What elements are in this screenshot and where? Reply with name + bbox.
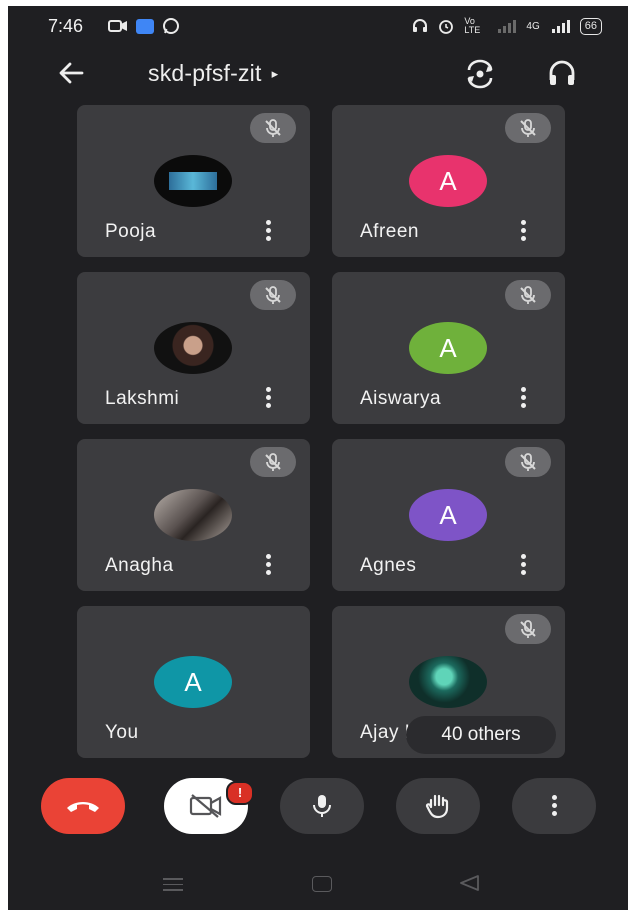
participant-tile[interactable]: Lakshmi — [77, 272, 310, 424]
microphone-button[interactable] — [280, 778, 364, 834]
network-type: 4G — [526, 20, 540, 32]
participant-name: Lakshmi — [105, 388, 180, 409]
muted-mic-badge — [250, 113, 296, 143]
participant-avatar: A — [409, 322, 487, 374]
muted-mic-badge — [505, 614, 551, 644]
hang-up-icon — [67, 802, 99, 812]
switch-camera-icon[interactable] — [462, 56, 498, 92]
more-options-icon[interactable] — [264, 554, 272, 576]
recent-apps-icon[interactable] — [163, 878, 183, 895]
participant-name: Pooja — [105, 221, 157, 242]
caret-right-icon: ▸ — [271, 65, 279, 81]
self-avatar: A — [154, 656, 232, 708]
participant-avatar: A — [409, 155, 487, 207]
signal-icon-1 — [498, 20, 517, 33]
participant-name: Aiswarya — [360, 388, 442, 409]
more-vertical-icon — [550, 795, 558, 817]
muted-mic-badge — [250, 280, 296, 310]
self-tile[interactable]: A You — [77, 606, 310, 758]
signal-icon-2 — [551, 20, 570, 33]
more-options-button[interactable] — [512, 778, 596, 834]
muted-mic-badge — [505, 447, 551, 477]
home-icon[interactable] — [312, 876, 332, 892]
others-participants-chip[interactable]: 40 others — [406, 716, 556, 754]
mic-off-icon — [265, 286, 281, 304]
alarm-icon — [439, 20, 454, 34]
participant-name: You — [105, 722, 139, 743]
mic-off-icon — [265, 453, 281, 471]
muted-mic-badge — [505, 113, 551, 143]
muted-mic-badge — [250, 447, 296, 477]
participant-name: Agnes — [360, 555, 417, 576]
system-nav-bar — [8, 854, 628, 910]
more-options-icon[interactable] — [264, 220, 272, 242]
mic-off-icon — [520, 620, 536, 638]
meeting-header: skd-pfsf-zit ▸ — [8, 50, 628, 102]
mic-icon — [313, 795, 331, 817]
messenger-notification-icon — [136, 18, 154, 34]
mic-off-icon — [520, 453, 536, 471]
more-options-icon[interactable] — [519, 554, 527, 576]
participant-tile[interactable]: Pooja — [77, 105, 310, 257]
participant-tile[interactable]: A Afreen — [332, 105, 565, 257]
battery-indicator: 66 — [579, 17, 602, 35]
camera-alert-badge: ! — [226, 781, 254, 805]
mic-off-icon — [520, 119, 536, 137]
meeting-title-button[interactable]: skd-pfsf-zit ▸ — [148, 60, 278, 87]
muted-mic-badge — [505, 280, 551, 310]
mic-off-icon — [265, 119, 281, 137]
participant-photo — [409, 656, 487, 708]
participant-photo — [154, 155, 232, 207]
participant-tile[interactable]: A Aiswarya — [332, 272, 565, 424]
meet-screen: 7:46 Vo LTE 4G 66 skd-pfsf-zit ▸ Pooja A… — [8, 6, 628, 910]
more-options-icon[interactable] — [519, 387, 527, 409]
audio-output-headphones-icon[interactable] — [544, 56, 580, 92]
headset-status-icon — [413, 19, 428, 32]
status-time: 7:46 — [48, 16, 84, 36]
camera-off-icon — [189, 794, 222, 818]
participant-avatar: A — [409, 489, 487, 541]
participant-tile[interactable]: Anagha — [77, 439, 310, 591]
raise-hand-icon — [425, 794, 449, 819]
nav-back-icon[interactable] — [458, 874, 480, 892]
raise-hand-button[interactable] — [396, 778, 480, 834]
whatsapp-notification-icon — [163, 18, 179, 34]
participant-name: Afreen — [360, 221, 419, 242]
video-call-notification-icon — [108, 20, 127, 32]
participant-photo — [154, 322, 232, 374]
status-bar: 7:46 Vo LTE 4G 66 — [8, 6, 628, 46]
more-options-icon[interactable] — [519, 220, 527, 242]
end-call-button[interactable] — [41, 778, 125, 834]
mic-off-icon — [520, 286, 536, 304]
meeting-code: skd-pfsf-zit — [148, 60, 262, 86]
participant-name: Anagha — [105, 555, 174, 576]
volte-indicator: Vo LTE — [464, 16, 481, 35]
participant-photo — [154, 489, 232, 541]
more-options-icon[interactable] — [264, 387, 272, 409]
back-arrow-icon[interactable] — [54, 56, 88, 90]
participant-tile[interactable]: A Agnes — [332, 439, 565, 591]
